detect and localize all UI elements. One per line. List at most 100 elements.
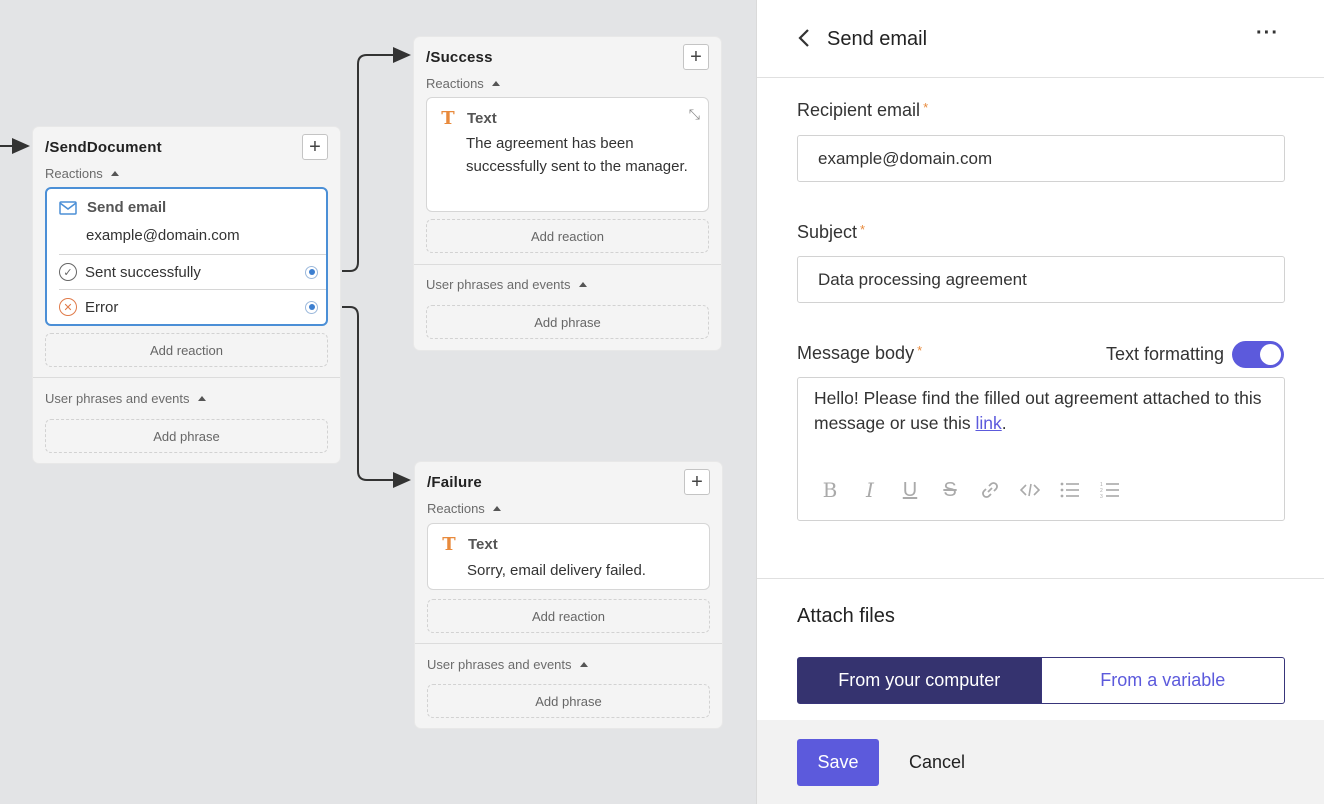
phrases-toggle[interactable]: User phrases and events <box>426 277 587 292</box>
result-label: Error <box>85 298 119 316</box>
bulleted-list-icon[interactable] <box>1058 478 1082 502</box>
send-email-reaction[interactable]: Send email example@domain.com ✓ Sent suc… <box>45 187 328 326</box>
state-success[interactable]: /Success + Reactions T Text ⤡ The agreem… <box>414 37 721 350</box>
cancel-button[interactable]: Cancel <box>909 752 965 773</box>
reactions-toggle[interactable]: Reactions <box>45 166 119 181</box>
result-label: Sent successfully <box>85 263 201 281</box>
panel-title: Send email <box>827 28 928 50</box>
phrases-toggle[interactable]: User phrases and events <box>427 657 588 672</box>
link-icon[interactable] <box>978 478 1002 502</box>
success-connector <box>342 47 411 272</box>
message-body-label: Message body * <box>797 343 922 364</box>
phrases-label: User phrases and events <box>426 277 571 292</box>
svg-text:3: 3 <box>1100 494 1103 499</box>
message-body-label-text: Message body <box>797 343 915 363</box>
divider <box>33 377 340 378</box>
reaction-text: Sorry, email delivery failed. <box>467 562 646 579</box>
flow-canvas[interactable]: /SendDocument + Reactions Send email exa… <box>0 0 756 804</box>
caret-up-icon <box>578 282 587 287</box>
reaction-text: The agreement has been successfully sent… <box>466 135 688 175</box>
failure-connector <box>342 306 411 488</box>
message-body-text[interactable]: Hello! Please find the filled out agreem… <box>814 386 1268 436</box>
add-reaction-button[interactable]: Add reaction <box>45 333 328 367</box>
text-reaction[interactable]: T Text ⤡ The agreement has been successf… <box>426 97 709 212</box>
result-sent-successfully[interactable]: ✓ Sent successfully <box>59 254 326 289</box>
subject-label-text: Subject <box>797 222 858 242</box>
text-icon: T <box>441 108 455 129</box>
state-title: /Success <box>426 49 493 66</box>
caret-up-icon <box>197 396 206 401</box>
error-circle-icon: ✕ <box>59 298 77 316</box>
bold-icon[interactable]: B <box>818 478 842 502</box>
connection-port[interactable] <box>305 300 318 314</box>
attach-files-title: Attach files <box>797 605 895 627</box>
reaction-header: T Text <box>440 534 498 555</box>
body-link[interactable]: link <box>975 413 1001 433</box>
envelope-icon <box>59 200 77 215</box>
caret-up-icon <box>110 171 119 176</box>
required-mark: * <box>917 343 923 358</box>
body-text: Hello! Please find the filled out agreem… <box>814 388 1262 433</box>
save-button[interactable]: Save <box>797 739 879 786</box>
body-text-end: . <box>1001 413 1007 433</box>
reaction-title: Text <box>468 536 498 553</box>
phrases-label: User phrases and events <box>45 391 190 406</box>
reactions-label: Reactions <box>426 76 484 91</box>
panel-footer: Save Cancel <box>757 720 1324 804</box>
reaction-header: Send email <box>59 199 166 216</box>
chevron-left-icon[interactable] <box>797 27 811 55</box>
reactions-toggle[interactable]: Reactions <box>426 76 500 91</box>
italic-icon[interactable]: I <box>858 478 882 502</box>
reaction-title: Text <box>467 110 497 127</box>
divider <box>415 643 722 644</box>
numbered-list-icon[interactable]: 123 <box>1098 478 1122 502</box>
from-computer-button[interactable]: From your computer <box>797 657 1042 704</box>
reaction-title: Send email <box>87 199 167 216</box>
text-formatting-label: Text formatting <box>1105 344 1224 364</box>
formatting-toolbar: B I U S 123 <box>818 478 1122 502</box>
add-button[interactable]: + <box>683 44 709 70</box>
from-variable-button[interactable]: From a variable <box>1041 657 1285 704</box>
attach-source-selector: From your computer From a variable <box>797 657 1285 704</box>
code-icon[interactable] <box>1018 478 1042 502</box>
text-icon: T <box>442 534 456 555</box>
recipient-email-input[interactable] <box>797 135 1285 182</box>
recipient-label: Recipient email * <box>797 100 928 121</box>
state-title: /SendDocument <box>45 139 162 156</box>
recipient-label-text: Recipient email <box>797 100 921 120</box>
phrases-label: User phrases and events <box>427 657 572 672</box>
subject-input[interactable] <box>797 256 1285 303</box>
caret-up-icon <box>491 81 500 86</box>
result-error[interactable]: ✕ Error <box>59 289 326 324</box>
add-button[interactable]: + <box>302 134 328 160</box>
state-send-document[interactable]: /SendDocument + Reactions Send email exa… <box>33 127 340 463</box>
add-phrase-button[interactable]: Add phrase <box>426 305 709 339</box>
reaction-header: T Text <box>439 108 497 129</box>
panel-header: Send email ··· <box>757 0 1324 78</box>
message-body-editor[interactable]: Hello! Please find the filled out agreem… <box>797 377 1285 521</box>
connection-port[interactable] <box>305 265 318 279</box>
add-phrase-button[interactable]: Add phrase <box>427 684 710 718</box>
attach-files-section: Attach files From your computer From a v… <box>757 578 1324 720</box>
text-reaction[interactable]: T Text Sorry, email delivery failed. <box>427 523 710 590</box>
underline-icon[interactable]: U <box>898 478 922 502</box>
state-failure[interactable]: /Failure + Reactions T Text Sorry, email… <box>415 462 722 728</box>
strikethrough-icon[interactable]: S <box>938 478 962 502</box>
divider <box>414 264 721 265</box>
required-mark: * <box>923 100 929 115</box>
add-reaction-button[interactable]: Add reaction <box>426 219 709 253</box>
add-reaction-button[interactable]: Add reaction <box>427 599 710 633</box>
add-phrase-button[interactable]: Add phrase <box>45 419 328 453</box>
reactions-toggle[interactable]: Reactions <box>427 501 501 516</box>
send-email-panel: Send email ··· Recipient email* Subject*… <box>756 0 1324 804</box>
collapse-icon[interactable]: ⤡ <box>689 106 700 123</box>
text-formatting-toggle[interactable] <box>1232 341 1284 368</box>
check-circle-icon: ✓ <box>59 263 77 281</box>
caret-up-icon <box>579 662 588 667</box>
caret-up-icon <box>492 506 501 511</box>
add-button[interactable]: + <box>684 469 710 495</box>
reactions-label: Reactions <box>427 501 485 516</box>
required-mark: * <box>860 222 866 237</box>
phrases-toggle[interactable]: User phrases and events <box>45 391 206 406</box>
more-options-icon[interactable]: ··· <box>1256 22 1279 45</box>
